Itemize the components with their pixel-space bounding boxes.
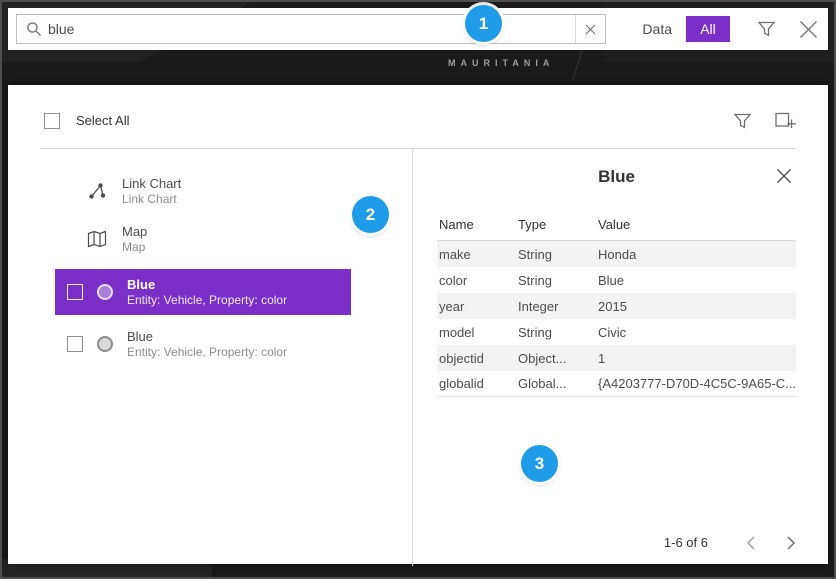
result-subtitle: Entity: Vehicle, Property: color xyxy=(127,345,287,360)
cell-name: make xyxy=(437,247,518,262)
property-table: Name Type Value make String Honda color … xyxy=(437,205,796,397)
cell-name: year xyxy=(437,299,518,314)
cell-type: Global... xyxy=(518,376,598,391)
select-all-label: Select All xyxy=(76,113,129,128)
cell-type: Integer xyxy=(518,299,598,314)
entity-circle-icon xyxy=(97,284,113,300)
select-all-checkbox[interactable] xyxy=(44,113,60,129)
results-header: Select All xyxy=(8,85,828,148)
search-input-container xyxy=(16,14,606,44)
link-chart-icon xyxy=(86,181,108,201)
annotation-badge-2: 2 xyxy=(352,196,389,233)
table-header-row: Name Type Value xyxy=(437,205,796,241)
result-item-link-chart[interactable]: Link Chart Link Chart xyxy=(8,167,412,215)
scope-data-option[interactable]: Data xyxy=(642,21,672,37)
detail-title: Blue xyxy=(598,167,635,187)
close-detail-button[interactable] xyxy=(776,168,792,184)
annotation-badge-3: 3 xyxy=(521,445,558,482)
table-row: year Integer 2015 xyxy=(437,293,796,319)
app-window: MAURITANIA Data All 1 2 3 Select All xyxy=(0,0,836,579)
page-range-label: 1-6 of 6 xyxy=(664,535,708,550)
cell-value: Honda xyxy=(598,247,796,262)
result-title: Blue xyxy=(127,277,287,293)
scope-all-button[interactable]: All xyxy=(686,16,730,42)
cell-value: Blue xyxy=(598,273,796,288)
table-row: model String Civic xyxy=(437,319,796,345)
result-item-blue-selected[interactable]: Blue Entity: Vehicle, Property: color xyxy=(55,269,351,315)
close-icon xyxy=(776,168,792,184)
cell-value: 1 xyxy=(598,351,796,366)
annotation-badge-1: 1 xyxy=(465,5,502,42)
search-toolbar: Data All xyxy=(8,8,828,50)
entity-circle-icon xyxy=(97,336,113,352)
table-row: color String Blue xyxy=(437,267,796,293)
close-icon xyxy=(799,20,818,39)
map-icon xyxy=(86,230,108,248)
search-icon xyxy=(17,21,48,37)
pagination: 1-6 of 6 xyxy=(664,535,796,550)
result-title: Map xyxy=(122,224,147,240)
column-header-type: Type xyxy=(518,217,598,232)
result-item-map[interactable]: Map Map xyxy=(8,215,412,263)
result-item-blue[interactable]: Blue Entity: Vehicle, Property: color xyxy=(55,321,351,367)
cell-name: globalid xyxy=(437,376,518,391)
chevron-right-icon[interactable] xyxy=(787,536,796,550)
cell-name: color xyxy=(437,273,518,288)
result-subtitle: Link Chart xyxy=(122,192,181,207)
clear-search-button[interactable] xyxy=(575,15,605,43)
column-header-name: Name xyxy=(437,217,518,232)
cell-value: {A4203777-D70D-4C5C-9A65-C... xyxy=(598,376,796,391)
result-checkbox[interactable] xyxy=(67,336,83,352)
cell-name: model xyxy=(437,325,518,340)
filter-icon[interactable] xyxy=(734,113,751,129)
cell-type: String xyxy=(518,325,598,340)
column-header-value: Value xyxy=(598,217,796,232)
cell-value: Civic xyxy=(598,325,796,340)
result-title: Link Chart xyxy=(122,176,181,192)
cell-value: 2015 xyxy=(598,299,796,314)
result-title: Blue xyxy=(127,329,287,345)
cell-type: Object... xyxy=(518,351,598,366)
result-subtitle: Entity: Vehicle, Property: color xyxy=(127,293,287,308)
table-row: make String Honda xyxy=(437,241,796,267)
cell-type: String xyxy=(518,247,598,262)
detail-panel: Blue Name Type Value make String Honda xyxy=(412,149,828,566)
close-search-button[interactable] xyxy=(799,20,818,39)
table-row: objectid Object... 1 xyxy=(437,345,796,371)
map-boundary-line xyxy=(572,49,583,82)
cell-type: String xyxy=(518,273,598,288)
filter-icon[interactable] xyxy=(758,21,775,37)
result-subtitle: Map xyxy=(122,240,147,255)
chevron-left-icon[interactable] xyxy=(746,536,755,550)
search-results-panel: Select All Link Chart Link Chart xyxy=(8,85,828,564)
panel-body: Link Chart Link Chart Map Map xyxy=(8,149,828,566)
close-icon xyxy=(585,24,596,35)
cell-name: objectid xyxy=(437,351,518,366)
add-selection-icon[interactable] xyxy=(775,111,796,130)
result-checkbox[interactable] xyxy=(67,284,83,300)
table-row: globalid Global... {A4203777-D70D-4C5C-9… xyxy=(437,371,796,397)
detail-header: Blue xyxy=(437,149,796,205)
map-country-label: MAURITANIA xyxy=(448,58,554,68)
